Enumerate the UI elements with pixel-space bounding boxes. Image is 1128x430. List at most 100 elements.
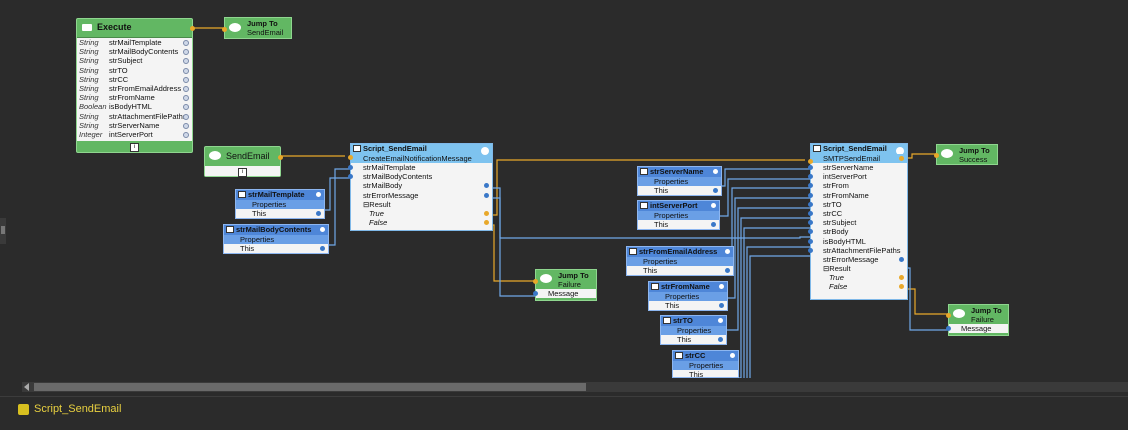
script2-param-in-port[interactable]: [808, 238, 813, 244]
execute-header[interactable]: Execute: [77, 19, 195, 37]
prop-mailbody-node[interactable]: strMailBodyContents Properties This: [223, 224, 329, 254]
prop-mailtemplate-properties[interactable]: Properties: [236, 200, 324, 209]
sendemail-label-node[interactable]: SendEmail i: [204, 146, 283, 177]
prop-mailtemplate-node[interactable]: strMailTemplate Properties This: [235, 189, 325, 219]
prop-options-icon[interactable]: [718, 318, 723, 323]
script1-false-port[interactable]: [484, 220, 489, 226]
prop-serverport-node[interactable]: intServerPort Properties This: [637, 200, 720, 230]
prop-cc-header: strCC: [673, 351, 738, 361]
param-out-port[interactable]: [183, 85, 189, 92]
prop-mailbody-properties[interactable]: Properties: [224, 235, 328, 244]
prop-options-icon[interactable]: [719, 284, 724, 289]
execute-info-button[interactable]: i: [130, 143, 139, 152]
jump-to-sendemail-node[interactable]: Jump To SendEmail: [222, 17, 292, 39]
script1-param-in-port[interactable]: [348, 174, 353, 180]
jump-failure2-in-port[interactable]: [946, 313, 951, 318]
prop-servername-properties[interactable]: Properties: [638, 177, 721, 186]
prop-options-icon[interactable]: [316, 192, 321, 197]
tab-script-sendemail[interactable]: Script_SendEmail: [18, 401, 121, 417]
jump-sendemail-in-port[interactable]: [222, 27, 227, 32]
param-out-port[interactable]: [183, 95, 189, 102]
prop-mailtemplate-this: This: [236, 209, 324, 218]
prop-cc-properties[interactable]: Properties: [673, 361, 738, 370]
prop-mailtemplate-out-port[interactable]: [316, 211, 321, 216]
prop-options-icon[interactable]: [713, 169, 718, 174]
param-out-port[interactable]: [183, 49, 189, 56]
jump-to-success-node[interactable]: Jump To Success: [934, 144, 998, 165]
script2-param-in-port[interactable]: [808, 165, 813, 170]
param-out-port[interactable]: [183, 67, 189, 74]
script-smtp-send-node[interactable]: Script_SendEmail SMTPSendEmail strServer…: [808, 143, 908, 300]
script1-param-out-port[interactable]: [484, 183, 489, 189]
prop-to-properties[interactable]: Properties: [661, 326, 726, 335]
prop-cc-node[interactable]: strCC Properties This: [672, 350, 739, 378]
jump-to-failure2-node[interactable]: Jump To Failure Message: [946, 304, 1009, 336]
script2-header[interactable]: Script_SendEmail: [811, 144, 907, 155]
prop-mailbody-this: This: [224, 244, 328, 253]
prop-options-icon[interactable]: [725, 249, 730, 254]
param-out-port[interactable]: [183, 40, 189, 46]
script2-param-in-port[interactable]: [808, 201, 813, 207]
param-out-port[interactable]: [183, 58, 189, 65]
script1-true-port[interactable]: [484, 210, 489, 216]
script2-true-port[interactable]: [899, 275, 904, 281]
script2-param-out-port[interactable]: [899, 256, 904, 262]
sendemail-exec-out-port[interactable]: [278, 155, 283, 160]
prop-servername-node[interactable]: strServerName Properties This: [637, 166, 722, 196]
prop-to-out-port[interactable]: [718, 337, 723, 342]
prop-options-icon[interactable]: [711, 203, 716, 208]
jump-failure2-message-port[interactable]: [946, 326, 951, 331]
prop-serverport-properties[interactable]: Properties: [638, 211, 719, 220]
prop-options-icon[interactable]: [730, 353, 735, 358]
script2-exec-out-port[interactable]: [899, 156, 904, 161]
prop-servername-out-port[interactable]: [713, 188, 718, 193]
script2-param-in-port[interactable]: [808, 192, 813, 198]
execute-node[interactable]: Execute String strMailTemplate String strMa…: [76, 18, 195, 153]
param-out-port[interactable]: [183, 104, 189, 111]
sendemail-title: SendEmail: [226, 151, 270, 161]
param-type: String: [79, 56, 99, 66]
script2-param-in-port[interactable]: [808, 210, 813, 216]
script2-false-port[interactable]: [899, 284, 904, 290]
prop-fromname-properties[interactable]: Properties: [649, 292, 727, 301]
jump-to-failure1-node[interactable]: Jump To Failure Message: [533, 269, 597, 301]
script2-exec-in-port[interactable]: [808, 159, 813, 164]
prop-serverport-out-port[interactable]: [711, 222, 716, 227]
jump-success-in-port[interactable]: [934, 153, 939, 158]
param-out-port[interactable]: [183, 122, 189, 129]
prop-fromname-out-port[interactable]: [719, 303, 724, 308]
workflow-canvas[interactable]: Execute String strMailTemplate String strMa…: [0, 0, 1128, 378]
param-out-port[interactable]: [183, 113, 189, 120]
prop-to-node[interactable]: strTO Properties This: [660, 315, 727, 345]
sendemail-info-button[interactable]: i: [238, 168, 247, 177]
horizontal-scrollbar[interactable]: [22, 382, 1128, 392]
execute-exec-out-port[interactable]: [190, 26, 195, 31]
prop-fromname-node[interactable]: strFromName Properties This: [648, 281, 728, 311]
prop-options-icon[interactable]: [320, 227, 325, 232]
param-out-port[interactable]: [183, 76, 189, 83]
param-out-port[interactable]: [183, 131, 189, 138]
script2-param-in-port[interactable]: [808, 247, 813, 253]
script1-param-out-port[interactable]: [484, 192, 489, 198]
prop-fromemail-properties[interactable]: Properties: [627, 257, 733, 266]
jump-failure1-in-port[interactable]: [533, 279, 538, 284]
prop-fromname-title: strFromName: [661, 282, 710, 291]
prop-fromemail-node[interactable]: strFromEmailAddress Properties This: [626, 246, 734, 276]
script2-param-in-port[interactable]: [808, 229, 813, 235]
script2-param-in-port[interactable]: [808, 220, 813, 226]
script1-header[interactable]: Script_SendEmail: [351, 144, 492, 155]
script-create-email-node[interactable]: Script_SendEmail CreateEmailNotification…: [348, 143, 493, 231]
script2-param-in-port[interactable]: [808, 174, 813, 180]
prop-fromemail-out-port[interactable]: [725, 268, 730, 273]
script1-exec-in-port[interactable]: [348, 155, 353, 160]
scroll-left-arrow-icon[interactable]: [24, 383, 29, 391]
side-panel-handle[interactable]: [0, 218, 6, 244]
script2-param-in-port[interactable]: [808, 183, 813, 189]
jump-failure1-message-port[interactable]: [533, 291, 538, 296]
script1-options-icon[interactable]: [481, 147, 489, 155]
script1-param-in-port[interactable]: [348, 165, 353, 170]
prop-mailbody-out-port[interactable]: [320, 246, 325, 251]
script2-true: True: [811, 273, 907, 282]
prop-mailtemplate-title: strMailTemplate: [248, 190, 305, 199]
scrollbar-thumb[interactable]: [34, 383, 586, 391]
